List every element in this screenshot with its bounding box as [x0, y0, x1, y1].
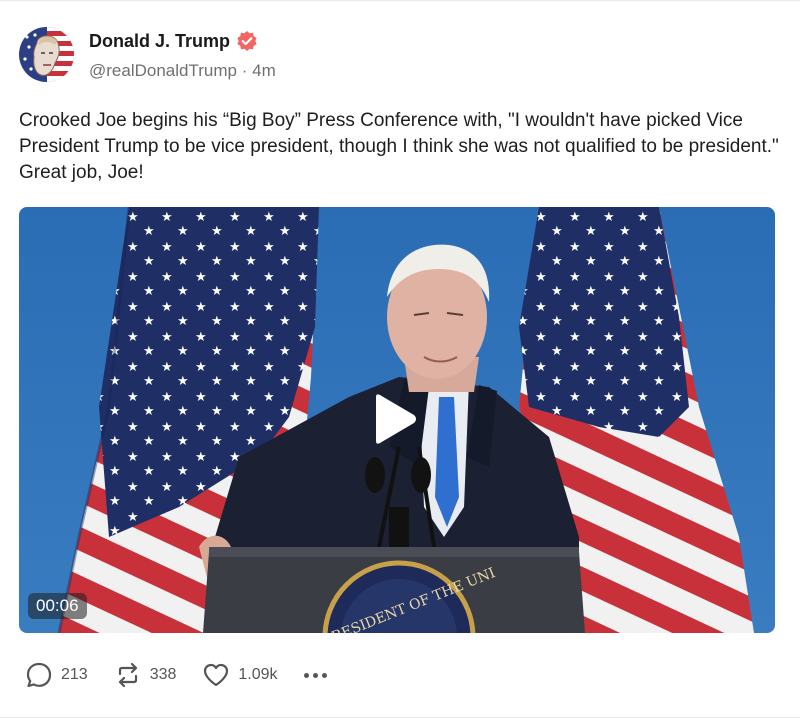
play-icon	[376, 394, 416, 444]
post-text: Crooked Joe begins his “Big Boy” Press C…	[19, 110, 779, 183]
video-player[interactable]: ★ ★	[19, 207, 775, 633]
play-button[interactable]	[370, 393, 418, 445]
reply-icon	[26, 662, 52, 688]
action-bar: 213 338 1.09k	[25, 661, 327, 689]
author-meta: @realDonaldTrump · 4m	[89, 61, 276, 81]
author-handle[interactable]: @realDonaldTrump	[89, 61, 237, 80]
retruth-icon	[118, 662, 137, 688]
reply-button[interactable]: 213	[25, 661, 88, 689]
retruth-button[interactable]: 338	[114, 661, 177, 689]
like-count: 1.09k	[238, 666, 278, 683]
author-name-row: Donald J. Trump	[89, 30, 258, 52]
author-display-name[interactable]: Donald J. Trump	[89, 31, 230, 52]
post-time[interactable]: 4m	[252, 61, 276, 80]
avatar[interactable]	[19, 27, 74, 82]
heart-icon	[204, 663, 229, 687]
like-button[interactable]: 1.09k	[202, 661, 278, 689]
reply-count: 213	[61, 666, 88, 683]
verified-badge-icon	[236, 30, 258, 52]
video-duration: 00:06	[28, 593, 87, 619]
more-icon[interactable]	[303, 665, 327, 686]
meta-separator: ·	[241, 61, 248, 80]
more-dot	[312, 672, 318, 678]
divider	[0, 717, 800, 718]
retruth-count: 338	[149, 666, 177, 683]
more-dot	[303, 672, 309, 678]
post-card: Donald J. Trump @realDonaldTrump · 4m Cr…	[0, 0, 800, 725]
more-dot	[321, 672, 327, 678]
